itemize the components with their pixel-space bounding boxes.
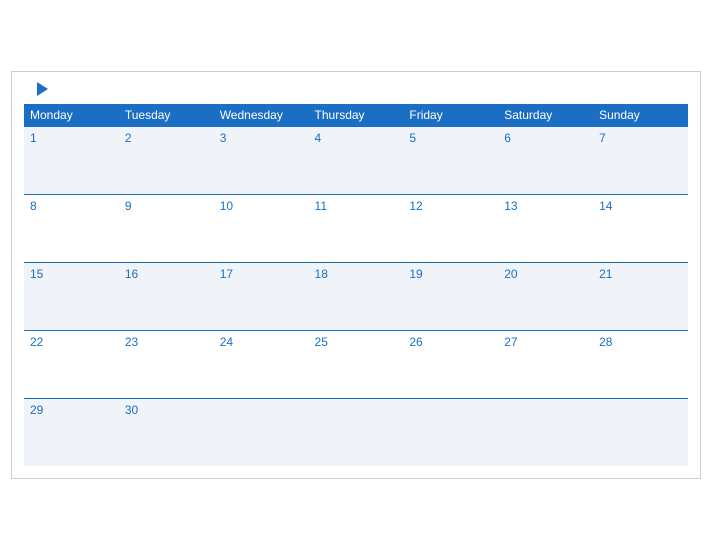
day-number: 29 [30, 403, 43, 417]
day-number: 13 [504, 199, 517, 213]
calendar-day-cell: 21 [593, 262, 688, 330]
calendar-day-cell: 23 [119, 330, 214, 398]
calendar-day-cell: 18 [309, 262, 404, 330]
day-number: 5 [409, 131, 416, 145]
calendar-week-row: 15 16 17 18 19 20 21 [24, 262, 688, 330]
calendar-day-cell [498, 398, 593, 466]
day-number: 11 [315, 199, 327, 213]
day-number: 30 [125, 403, 138, 417]
calendar-day-cell: 29 [24, 398, 119, 466]
calendar-day-cell [593, 398, 688, 466]
day-number: 9 [125, 199, 132, 213]
day-number: 27 [504, 335, 517, 349]
day-number: 21 [599, 267, 612, 281]
day-number: 26 [409, 335, 422, 349]
calendar-day-cell: 7 [593, 126, 688, 194]
calendar-day-cell [309, 398, 404, 466]
calendar-day-cell: 28 [593, 330, 688, 398]
calendar-day-cell: 9 [119, 194, 214, 262]
day-number: 17 [220, 267, 233, 281]
day-number: 8 [30, 199, 37, 213]
calendar-day-cell: 19 [403, 262, 498, 330]
calendar-day-cell: 24 [214, 330, 309, 398]
calendar-day-cell: 8 [24, 194, 119, 262]
calendar-day-cell: 20 [498, 262, 593, 330]
calendar-day-cell: 22 [24, 330, 119, 398]
calendar-day-cell: 16 [119, 262, 214, 330]
calendar-day-cell: 15 [24, 262, 119, 330]
day-number: 2 [125, 131, 132, 145]
calendar-day-cell: 6 [498, 126, 593, 194]
day-number: 19 [409, 267, 422, 281]
logo [24, 82, 48, 96]
calendar-day-cell: 26 [403, 330, 498, 398]
weekday-header-friday: Friday [403, 104, 498, 127]
calendar-day-cell: 11 [309, 194, 404, 262]
day-number: 1 [30, 131, 37, 145]
calendar-day-cell: 17 [214, 262, 309, 330]
weekday-header-thursday: Thursday [309, 104, 404, 127]
calendar-day-cell: 4 [309, 126, 404, 194]
day-number: 22 [30, 335, 43, 349]
weekday-header-sunday: Sunday [593, 104, 688, 127]
calendar-day-cell [403, 398, 498, 466]
calendar-container: MondayTuesdayWednesdayThursdayFridaySatu… [11, 71, 701, 480]
weekday-header-tuesday: Tuesday [119, 104, 214, 127]
day-number: 4 [315, 131, 322, 145]
calendar-day-cell: 1 [24, 126, 119, 194]
day-number: 7 [599, 131, 606, 145]
calendar-day-cell: 5 [403, 126, 498, 194]
calendar-day-cell: 10 [214, 194, 309, 262]
calendar-day-cell: 13 [498, 194, 593, 262]
weekday-header-row: MondayTuesdayWednesdayThursdayFridaySatu… [24, 104, 688, 127]
calendar-week-row: 8 9 10 11 12 13 14 [24, 194, 688, 262]
calendar-day-cell: 27 [498, 330, 593, 398]
calendar-week-row: 1 2 3 4 5 6 7 [24, 126, 688, 194]
day-number: 18 [315, 267, 328, 281]
day-number: 14 [599, 199, 612, 213]
calendar-day-cell: 14 [593, 194, 688, 262]
day-number: 28 [599, 335, 612, 349]
calendar-week-row: 22 23 24 25 26 27 28 [24, 330, 688, 398]
logo-flag-icon [26, 82, 48, 96]
day-number: 25 [315, 335, 328, 349]
calendar-day-cell [214, 398, 309, 466]
weekday-header-wednesday: Wednesday [214, 104, 309, 127]
calendar-day-cell: 3 [214, 126, 309, 194]
day-number: 10 [220, 199, 233, 213]
calendar-day-cell: 12 [403, 194, 498, 262]
day-number: 6 [504, 131, 511, 145]
day-number: 16 [125, 267, 138, 281]
calendar-day-cell: 25 [309, 330, 404, 398]
day-number: 12 [409, 199, 422, 213]
calendar-day-cell: 30 [119, 398, 214, 466]
calendar-table: MondayTuesdayWednesdayThursdayFridaySatu… [24, 104, 688, 467]
calendar-day-cell: 2 [119, 126, 214, 194]
weekday-header-saturday: Saturday [498, 104, 593, 127]
day-number: 3 [220, 131, 227, 145]
calendar-week-row: 29 30 [24, 398, 688, 466]
day-number: 15 [30, 267, 43, 281]
day-number: 20 [504, 267, 517, 281]
day-number: 23 [125, 335, 138, 349]
day-number: 24 [220, 335, 233, 349]
weekday-header-monday: Monday [24, 104, 119, 127]
calendar-header [24, 82, 688, 96]
